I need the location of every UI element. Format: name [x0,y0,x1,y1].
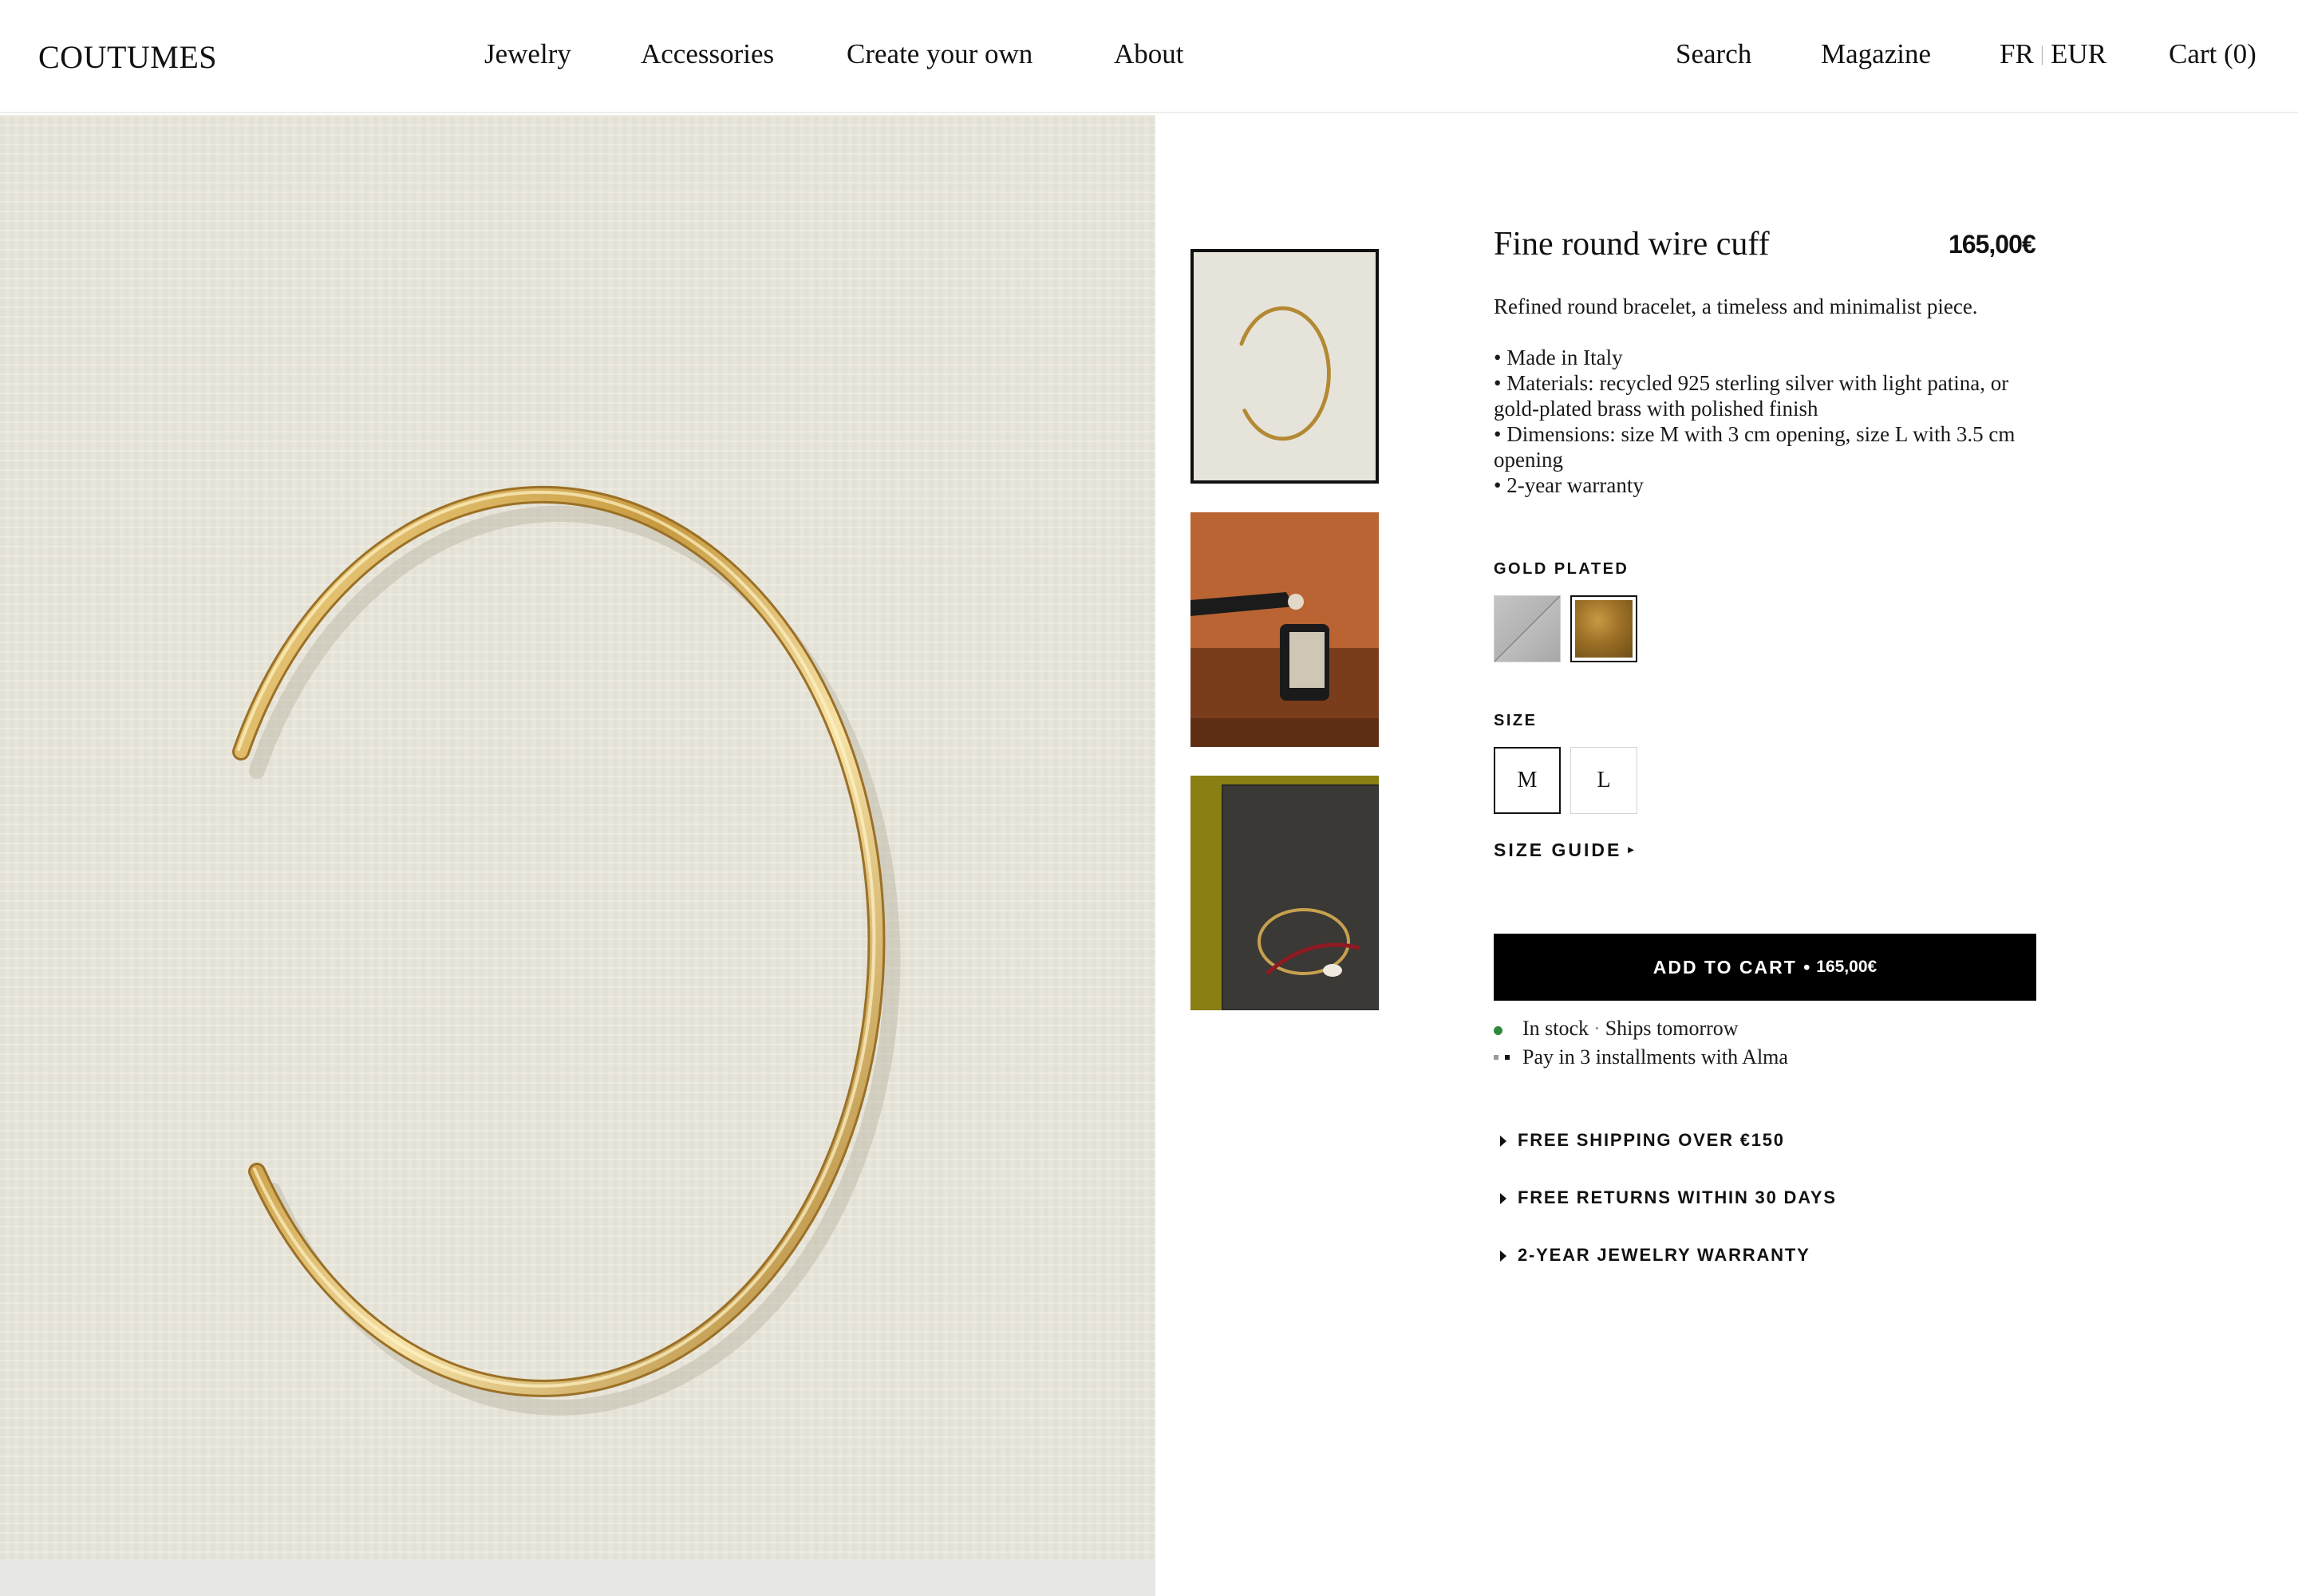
swatch-gold-plated[interactable] [1570,595,1637,662]
caret-right-icon [1500,1136,1506,1147]
accordion-label: 2-YEAR JEWELRY WARRANTY [1518,1245,1810,1265]
chevron-right-icon: ▸ [1628,843,1634,855]
nav-about[interactable]: About [1114,38,1184,70]
add-to-cart-price: 165,00€ [1816,958,1877,976]
size-guide-link[interactable]: SIZE GUIDE ▸ [1494,839,1633,861]
alma-icon [1494,1053,1513,1063]
installments-label: Pay in 3 installments with Alma [1522,1045,1788,1069]
accordion-warranty[interactable]: 2-YEAR JEWELRY WARRANTY [1500,1245,1810,1266]
status-separator: · [1593,1017,1601,1040]
installments-info[interactable]: Pay in 3 installments with Alma [1494,1045,1972,1073]
variant-label: GOLD PLATED [1494,560,1629,578]
hero-bottom-strip [0,1559,1155,1596]
thumbnail-flatlay-image [1190,776,1379,1010]
stock-label: In stock [1522,1017,1589,1040]
thumbnail-3[interactable] [1190,776,1379,1010]
thumbnail-2[interactable] [1190,512,1379,747]
size-guide-label: SIZE GUIDE [1494,839,1622,860]
nav-jewelry[interactable]: Jewelry [484,38,571,70]
size-option-m[interactable]: M [1494,747,1561,814]
detail-item: • 2-year warranty [1494,473,1644,497]
accordion-label: FREE RETURNS WITHIN 30 DAYS [1518,1187,1837,1207]
detail-item: • Dimensions: size M with 3 cm opening, … [1494,422,2016,472]
size-option-l[interactable]: L [1570,747,1637,814]
nav-create-your-own[interactable]: Create your own [847,38,1033,70]
product-title: Fine round wire cuff [1494,226,1770,263]
shipping-label: Ships tomorrow [1605,1017,1739,1040]
product-description: Refined round bracelet, a timeless and m… [1494,294,1978,318]
swatch-gold-fill [1575,600,1633,658]
magazine-link[interactable]: Magazine [1821,38,1931,70]
detail-item: • Made in Italy [1494,346,1623,369]
cart-link[interactable]: Cart (0) [2169,38,2257,70]
add-to-cart-button[interactable]: ADD TO CART • 165,00€ [1494,934,2036,1001]
locale-separator: | [2039,42,2045,65]
site-header: COUTUMES Jewelry Accessories Create your… [0,0,2298,113]
detail-item: • Materials: recycled 925 sterling silve… [1494,371,2009,421]
thumbnail-lifestyle-image [1190,512,1379,747]
thumbnail-1[interactable] [1190,249,1379,484]
accordion-free-returns[interactable]: FREE RETURNS WITHIN 30 DAYS [1500,1187,1837,1208]
in-stock-dot-icon [1494,1026,1502,1035]
product-hero-image[interactable] [0,115,1155,1559]
search-link[interactable]: Search [1676,38,1751,70]
currency-label: EUR [2051,38,2107,69]
hero-cuff-illustration [0,115,1155,1559]
brand-logo[interactable]: COUTUMES [38,38,217,76]
product-price: 165,00€ [1949,230,2036,259]
thumbnail-cuff-image [1194,252,1376,480]
size-label: SIZE [1494,712,1538,729]
product-details-list: • Made in Italy • Materials: recycled 92… [1494,345,2036,498]
add-to-cart-label: ADD TO CART • [1652,956,1812,978]
language-label: FR [2000,38,2034,69]
accordion-free-shipping[interactable]: FREE SHIPPING OVER €150 [1500,1130,1785,1151]
swatch-silver[interactable] [1494,595,1561,662]
caret-right-icon [1500,1250,1506,1262]
accordion-label: FREE SHIPPING OVER €150 [1518,1130,1785,1150]
stock-status: In stock · Ships tomorrow [1494,1017,1972,1044]
caret-right-icon [1500,1193,1506,1204]
locale-switcher[interactable]: FR | EUR [2000,38,2106,70]
nav-accessories[interactable]: Accessories [641,38,774,70]
swatch-silver-fill [1494,596,1560,662]
stock-status-text: In stock · Ships tomorrow [1522,1017,1739,1041]
